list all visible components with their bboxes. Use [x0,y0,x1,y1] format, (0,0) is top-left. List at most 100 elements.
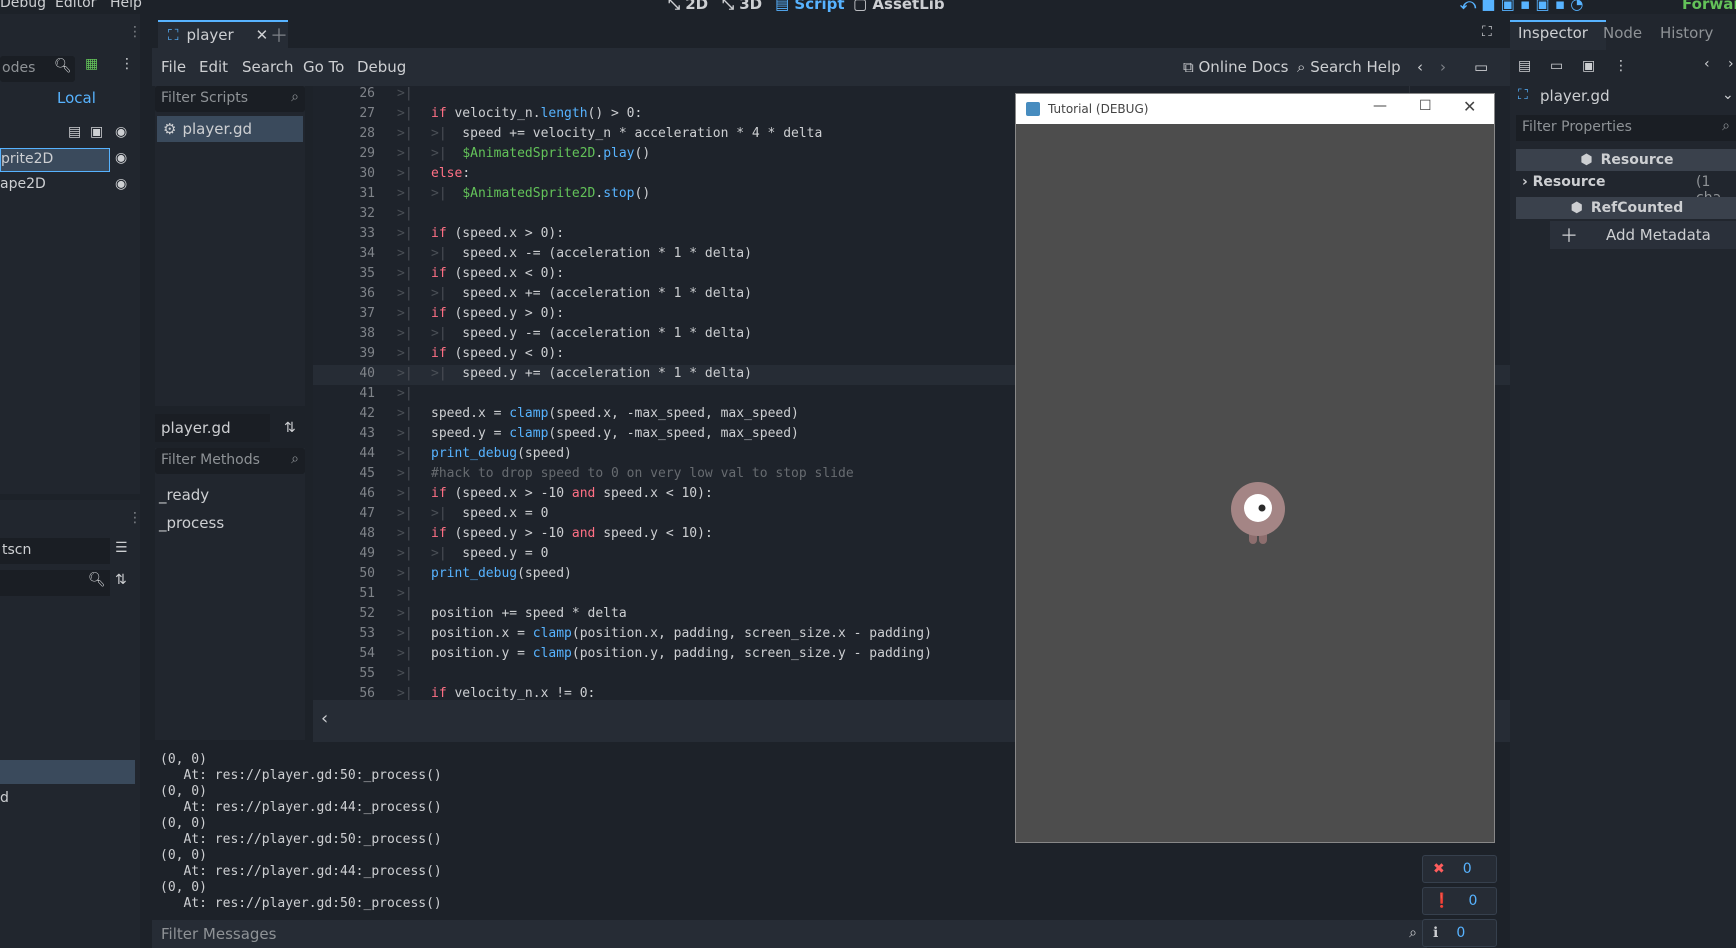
tab-history[interactable]: History [1660,24,1713,42]
fold-marker[interactable]: >| [397,246,413,261]
maximize-icon[interactable]: ☐ [1419,98,1432,114]
filter-properties-input[interactable]: Filter Properties ⌕ [1516,115,1736,141]
save-icon[interactable]: ▣ [1582,58,1595,74]
history-back-icon[interactable]: ‹ [1417,58,1423,76]
fold-marker[interactable]: >| [397,466,413,481]
menu-debug[interactable]: Debug [0,0,46,11]
tab-inspector[interactable]: Inspector [1518,24,1588,42]
file-item-selected[interactable] [0,760,135,784]
menu-editor[interactable]: Editor [55,0,96,11]
path-field[interactable]: tscn [0,538,110,564]
method-item[interactable]: _ready [159,486,209,504]
distraction-free-icon[interactable]: ⛶ [1482,24,1492,40]
workspace-3d[interactable]: ⤡ 3D [722,0,762,13]
code-line[interactable]: if (speed.y < 0): [431,346,564,361]
sort-icon[interactable]: ⇅ [115,572,127,588]
fold-marker[interactable]: >| [397,566,413,581]
history-forward-icon[interactable]: › [1728,56,1734,72]
fold-marker[interactable]: >| [397,186,413,201]
code-line[interactable]: print_debug(speed) [431,446,572,461]
fold-marker[interactable]: >| [397,146,413,161]
code-line[interactable]: if (speed.x > -10 and speed.x < 10): [431,486,713,501]
inspected-resource-name[interactable]: player.gd [1540,87,1610,105]
search-help-button[interactable]: ⌕ Search Help [1297,58,1401,76]
menu-edit[interactable]: Edit [199,58,228,76]
group-icon[interactable]: ▣ [90,124,103,140]
fold-marker[interactable]: >| [397,666,413,681]
scene-node-label[interactable]: ape2D [0,176,46,192]
code-line[interactable]: speed.y = clamp(speed.y, -max_speed, max… [431,426,799,441]
fold-marker[interactable]: >| [397,306,413,321]
new-resource-icon[interactable]: ▤ [1518,58,1531,74]
filter-messages-input[interactable]: Filter Messages ⌕ [152,920,1427,948]
fold-marker[interactable]: >| [397,686,413,700]
fold-marker[interactable]: >| [397,326,413,341]
filter-scripts-input[interactable]: Filter Scripts ⌕ [155,86,305,112]
code-line[interactable]: >| speed.x = 0 [431,506,548,521]
fold-marker[interactable]: >| [397,506,413,521]
add-tab-icon[interactable]: ＋ [270,22,288,48]
tab-player[interactable]: ⛶ player ✕ [158,20,288,48]
file-item-label[interactable]: d [0,790,9,806]
code-line[interactable]: if (speed.x < 0): [431,266,564,281]
close-icon[interactable]: ✕ [1463,97,1476,116]
local-tab[interactable]: Local [57,89,96,107]
online-docs-button[interactable]: ⧉ Online Docs [1183,58,1288,76]
code-line[interactable]: print_debug(speed) [431,566,572,581]
game-debug-window[interactable]: Tutorial (DEBUG) — ☐ ✕ [1015,93,1495,843]
fold-marker[interactable]: >| [397,106,413,121]
code-line[interactable]: position.x = clamp(position.x, padding, … [431,626,932,641]
fold-marker[interactable]: >| [397,286,413,301]
code-line[interactable]: >| speed.x += (acceleration * 1 * delta) [431,286,752,301]
menu-search[interactable]: Search [242,58,294,76]
script-icon[interactable]: ▤ [68,124,81,140]
code-line[interactable]: >| speed.x -= (acceleration * 1 * delta) [431,246,752,261]
filter-methods-input[interactable]: Filter Methods ⌕ [155,448,305,474]
menu-goto[interactable]: Go To [303,58,344,76]
tab-node[interactable]: Node [1603,24,1642,42]
code-line[interactable]: else: [431,166,470,181]
code-line[interactable]: #hack to drop speed to 0 on very low val… [431,466,854,481]
code-line[interactable]: if (speed.y > -10 and speed.y < 10): [431,526,713,541]
visibility-icon[interactable]: ◉ [115,176,127,192]
fold-marker[interactable]: >| [397,366,413,381]
code-line[interactable]: if (speed.x > 0): [431,226,564,241]
visibility-icon[interactable]: ◉ [115,150,127,166]
scene-node-item[interactable]: prite2D [0,148,110,172]
code-line[interactable]: >| $AnimatedSprite2D.stop() [431,186,650,201]
chevron-down-icon[interactable]: ⌄ [1722,87,1734,103]
game-window-titlebar[interactable]: Tutorial (DEBUG) — ☐ ✕ [1016,94,1494,124]
workspace-2d[interactable]: ⤡ 2D [668,0,708,13]
play-controls[interactable]: ⤺ ■ ▣ ▪ ▣ ▪ ◔ [1460,0,1583,13]
dock-menu-icon[interactable]: ⋮ [128,24,142,40]
fold-marker[interactable]: >| [397,486,413,501]
renderer-label[interactable]: Forward+ [1682,0,1736,13]
warning-filter-toggle[interactable]: ❗ 0 [1422,887,1497,915]
section-resource[interactable]: ⬢ Resource [1516,149,1736,171]
scene-options-icon[interactable]: ⋮ [120,56,134,72]
history-back-icon[interactable]: ‹ [1704,56,1710,72]
code-line[interactable]: position.y = clamp(position.y, padding, … [431,646,932,661]
property-resource[interactable]: › Resource [1522,174,1606,190]
history-forward-icon[interactable]: › [1440,58,1446,76]
sort-icon[interactable]: ⇅ [284,420,296,436]
code-line[interactable]: if (speed.y > 0): [431,306,564,321]
fold-marker[interactable]: >| [397,386,413,401]
section-refcounted[interactable]: ⬢ RefCounted [1516,197,1736,219]
fold-marker[interactable]: >| [397,406,413,421]
add-metadata-button[interactable]: ＋ Add Metadata [1550,221,1736,249]
fold-marker[interactable]: >| [397,626,413,641]
fold-marker[interactable]: >| [397,346,413,361]
open-folder-icon[interactable]: ▭ [1550,58,1563,74]
fold-marker[interactable]: >| [397,546,413,561]
workspace-script[interactable]: ▤ Script [775,0,845,13]
menu-file[interactable]: File [161,58,186,76]
fold-marker[interactable]: >| [397,206,413,221]
code-line[interactable]: position += speed * delta [431,606,627,621]
menu-help[interactable]: Help [110,0,142,11]
menu-debug[interactable]: Debug [357,58,406,76]
fold-marker[interactable]: >| [397,166,413,181]
attach-script-icon[interactable]: ▦ [85,56,98,72]
toggle-scripts-icon[interactable]: ‹ [321,708,328,729]
visibility-icon[interactable]: ◉ [115,124,127,140]
